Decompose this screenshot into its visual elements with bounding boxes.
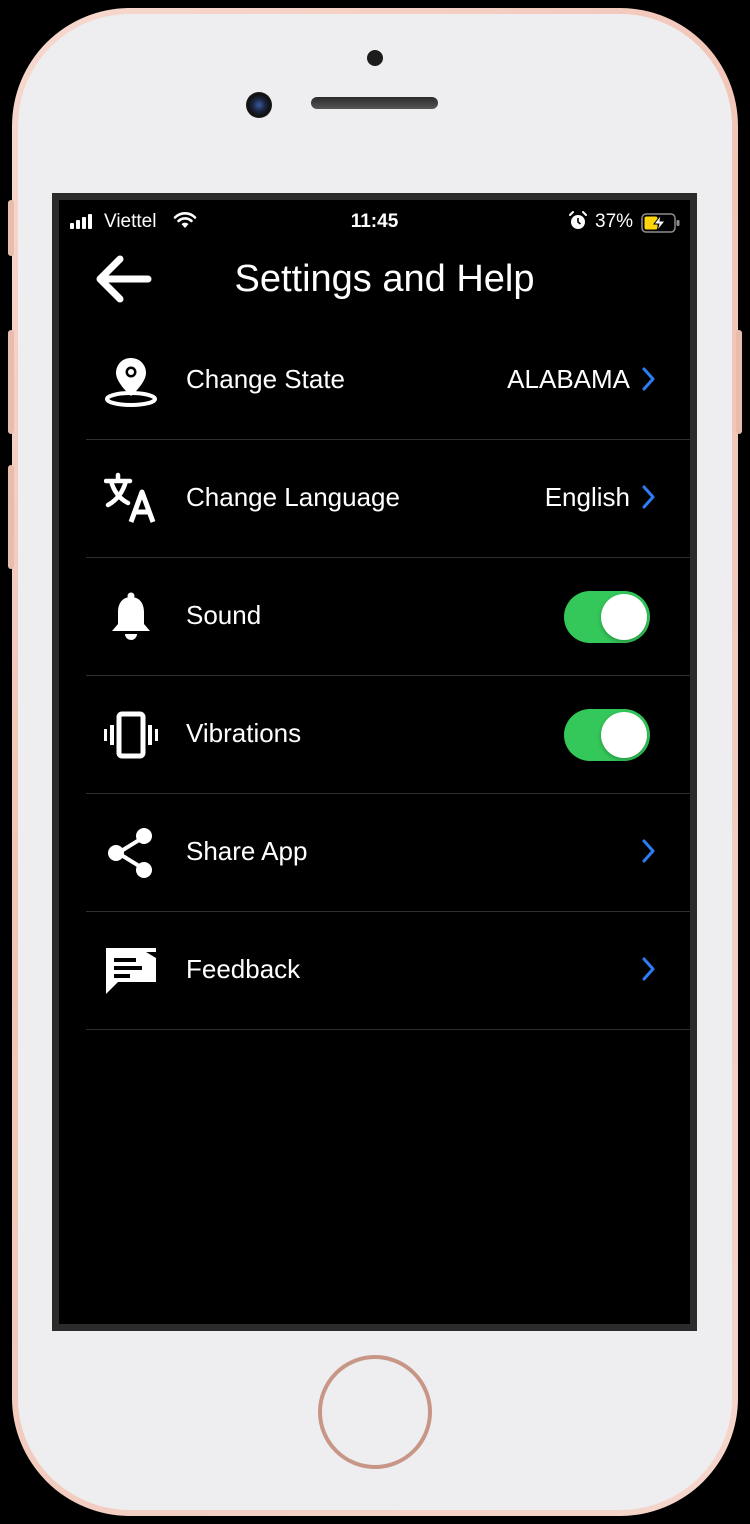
alarm-icon — [568, 210, 588, 238]
chevron-right-icon — [642, 839, 655, 863]
volume-down-button — [8, 465, 14, 569]
settings-row-change-state[interactable]: Change State ALABAMA — [86, 322, 690, 440]
location-pin-icon — [104, 354, 158, 408]
chevron-right-icon — [642, 485, 655, 509]
settings-list: Change State ALABAMA Change Language Eng… — [86, 322, 690, 1030]
settings-row-value: ALABAMA — [507, 364, 630, 394]
settings-row-change-language[interactable]: Change Language English — [86, 440, 690, 558]
settings-row-label: Change State — [186, 364, 346, 394]
sound-toggle[interactable] — [564, 591, 650, 643]
settings-row-label: Feedback — [186, 954, 301, 984]
toggle-knob — [601, 594, 647, 640]
bell-icon — [104, 590, 158, 644]
chevron-right-icon — [642, 367, 655, 391]
screen: Viettel 11:45 37% Settings and Help Chan… — [52, 193, 697, 1331]
mute-switch — [8, 200, 14, 256]
vibration-icon — [104, 708, 158, 762]
volume-up-button — [8, 330, 14, 434]
translate-icon — [104, 472, 158, 526]
settings-row-label: Share App — [186, 836, 308, 866]
front-camera — [246, 92, 272, 118]
settings-row-sound: Sound — [86, 558, 690, 676]
settings-row-vibrations: Vibrations — [86, 676, 690, 794]
chevron-right-icon — [642, 957, 655, 981]
battery-percentage: 37% — [595, 211, 634, 232]
vibrations-toggle[interactable] — [564, 709, 650, 761]
home-button[interactable] — [318, 1355, 432, 1469]
settings-row-value: English — [544, 482, 630, 512]
power-button — [736, 330, 742, 434]
settings-row-share-app[interactable]: Share App — [86, 794, 690, 912]
earpiece-speaker — [311, 97, 438, 109]
battery-charging-icon — [641, 212, 681, 240]
navigation-bar: Settings and Help — [59, 244, 690, 322]
settings-row-label: Change Language — [186, 482, 400, 512]
settings-row-label: Sound — [186, 600, 262, 630]
page-title: Settings and Help — [234, 258, 535, 300]
proximity-sensor — [367, 50, 383, 66]
feedback-icon — [104, 944, 158, 998]
toggle-knob — [601, 712, 647, 758]
share-icon — [104, 826, 158, 880]
settings-row-feedback[interactable]: Feedback — [86, 912, 690, 1030]
status-bar: Viettel 11:45 37% — [59, 200, 690, 244]
settings-row-label: Vibrations — [186, 718, 302, 748]
